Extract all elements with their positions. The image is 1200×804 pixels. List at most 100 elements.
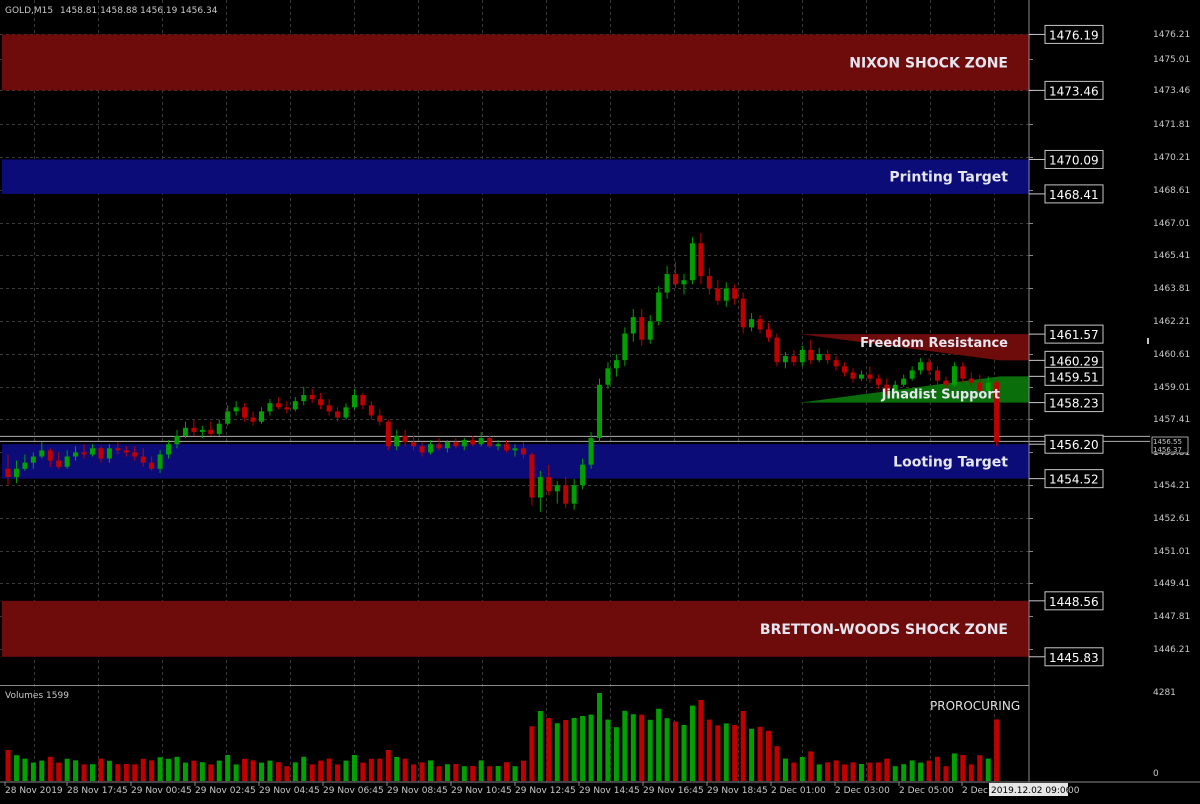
volume-bar <box>935 756 940 781</box>
candle-body <box>504 444 510 451</box>
candle-body <box>436 444 442 449</box>
volume-bar <box>64 758 70 781</box>
volume-bar <box>402 758 408 781</box>
scroll-marker[interactable] <box>1147 338 1149 344</box>
candle-body <box>301 395 307 402</box>
candle-body <box>30 456 36 463</box>
volume-bar <box>428 760 433 781</box>
zone-top-label: 1470.09 <box>1049 153 1099 167</box>
volume-bar <box>259 762 264 781</box>
volume-bar <box>39 760 45 781</box>
volume-bar <box>529 726 535 781</box>
volume-bar <box>698 700 704 781</box>
volume-max-label: 4281 <box>1153 688 1176 698</box>
volume-bar <box>926 760 932 781</box>
volume-bar <box>791 762 797 781</box>
candle-body <box>335 411 341 418</box>
volume-bar <box>182 762 188 781</box>
zone-top-label: 1456.20 <box>1049 438 1099 452</box>
volume-bar <box>275 762 281 781</box>
volume-bar <box>571 718 577 781</box>
candle-body <box>681 280 687 285</box>
volume-bar <box>588 714 594 781</box>
volume-bar <box>766 730 771 781</box>
volume-bar <box>191 760 197 781</box>
volume-bar <box>977 755 983 781</box>
volume-bar <box>478 760 484 781</box>
volume-bar <box>689 705 695 781</box>
candle-body <box>546 477 552 492</box>
candle-body <box>292 401 298 410</box>
candle-body <box>216 423 222 434</box>
candle-body <box>512 448 518 451</box>
candle-body <box>106 448 112 459</box>
candle-body <box>149 462 155 469</box>
volume-bar <box>968 764 974 781</box>
candle-body <box>208 429 214 434</box>
volume-bar <box>613 727 619 781</box>
volume-bar <box>597 693 602 781</box>
volume-bar <box>132 764 138 781</box>
volume-bar <box>174 756 180 781</box>
volume-bar <box>47 756 53 781</box>
volume-bar <box>774 746 780 781</box>
candle-body <box>275 403 281 408</box>
volume-bar <box>166 758 172 781</box>
volume-bar <box>833 760 839 781</box>
volume-bar <box>123 764 129 781</box>
volume-bar <box>208 764 214 781</box>
candle-body <box>537 477 543 498</box>
volume-bar <box>56 762 62 781</box>
candle-body <box>918 362 924 371</box>
volume-bar <box>782 758 788 781</box>
volume-bar <box>875 762 881 781</box>
candle-body <box>267 403 273 412</box>
volume-bar <box>732 725 738 781</box>
zone-label: NIXON SHOCK ZONE <box>849 55 1008 71</box>
candle-body <box>689 243 695 281</box>
candle-body <box>39 450 45 457</box>
volume-bar <box>960 755 966 781</box>
resistance-upper-label: 1461.57 <box>1049 328 1099 342</box>
candle-body <box>901 378 907 385</box>
candle-body <box>242 407 248 418</box>
time-label: 28 Nov 2019 <box>5 786 63 796</box>
candle-body <box>326 405 332 412</box>
candle-body <box>394 436 400 447</box>
candle-body <box>182 427 188 437</box>
volume-bar <box>520 760 526 781</box>
price-tick-label: 1446.21 <box>1153 645 1190 655</box>
volume-bar <box>504 762 510 781</box>
candle-body <box>233 407 239 412</box>
price-tick-label: 1451.01 <box>1153 547 1190 557</box>
candle-body <box>926 362 932 371</box>
volume-bar <box>292 762 298 781</box>
candle-body <box>960 366 966 379</box>
volume-bar <box>5 750 11 781</box>
volume-bar <box>605 719 611 781</box>
resistance-label: Freedom Resistance <box>860 336 1008 351</box>
volume-bar <box>850 762 856 781</box>
candle-body <box>664 274 670 293</box>
volume-bar <box>867 762 873 781</box>
candle-body <box>673 274 679 285</box>
volume-bar <box>461 766 467 781</box>
gold-m15-chart[interactable]: NIXON SHOCK ZONE Printing Target Looting T… <box>0 0 1200 800</box>
volume-panel-title: Volumes 1599 <box>5 691 69 701</box>
candle-body <box>791 356 797 363</box>
volume-bar <box>233 764 239 781</box>
candle-body <box>968 378 974 383</box>
volume-bar <box>901 764 907 781</box>
price-tick-label: 1462.21 <box>1153 317 1190 327</box>
time-label: 2 Dec 05:00 <box>899 786 954 796</box>
candle-body <box>715 288 721 301</box>
candle-body <box>580 464 586 486</box>
volume-bar <box>284 766 290 781</box>
time-label: 2 Dec 03:00 <box>835 786 890 796</box>
zone-bottom-label: 1445.83 <box>1049 651 1099 665</box>
chart-window: NIXON SHOCK ZONE Printing Target Looting T… <box>0 0 1200 800</box>
volume-bar <box>994 719 1000 781</box>
volume-bar <box>267 760 273 781</box>
candle-body <box>47 450 53 461</box>
zone-top-label: 1476.19 <box>1049 28 1099 42</box>
